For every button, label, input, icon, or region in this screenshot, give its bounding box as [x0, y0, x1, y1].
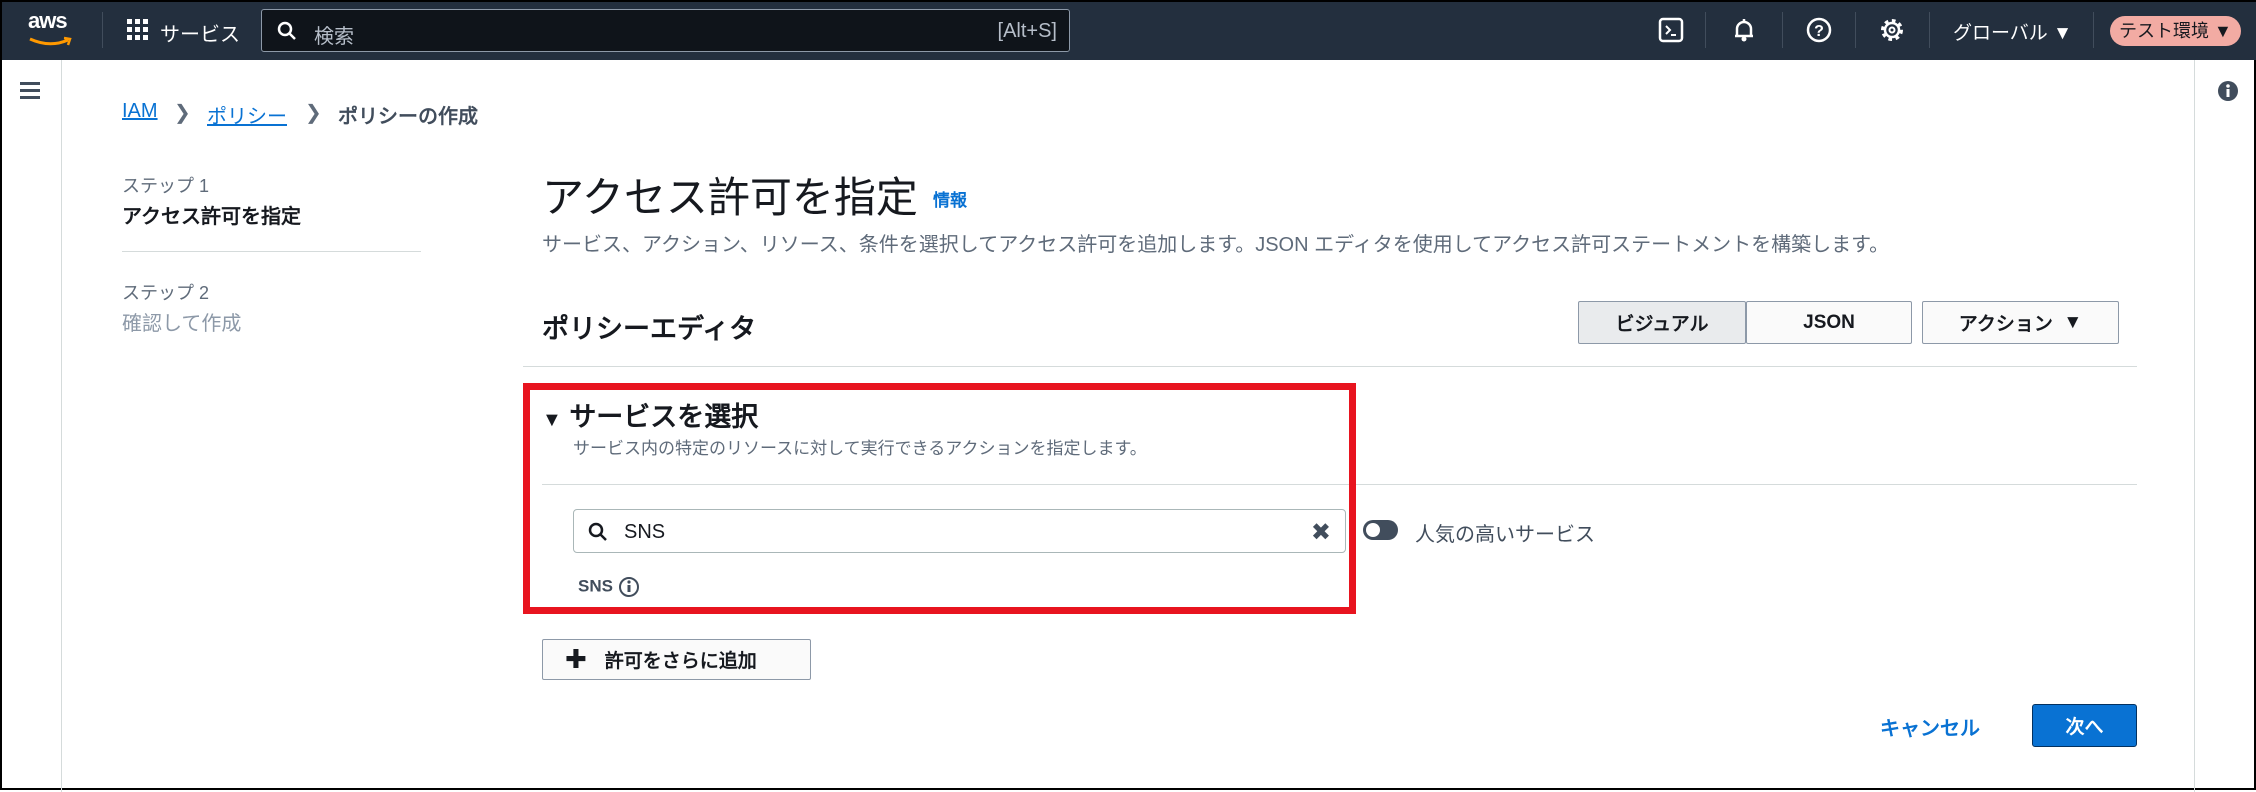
info-icon[interactable]	[2217, 80, 2239, 102]
menu-hamburger-icon[interactable]	[20, 82, 40, 99]
top-navigation-bar: aws サービス 検索 [Alt+S] ? グローバル ▼ テスト環境 ▼	[2, 2, 2256, 60]
highlight-box	[523, 383, 1356, 614]
services-grid-icon[interactable]	[127, 19, 148, 40]
global-search-input[interactable]: 検索 [Alt+S]	[261, 9, 1070, 52]
info-link[interactable]: 情報	[933, 186, 967, 211]
notifications-bell-icon[interactable]	[1730, 16, 1758, 44]
policy-editor-title: ポリシーエディタ	[542, 314, 757, 344]
help-icon[interactable]: ?	[1805, 16, 1833, 44]
breadcrumb-current: ポリシーの作成	[338, 106, 478, 128]
account-menu[interactable]: テスト環境 ▼	[2110, 16, 2241, 46]
page-title: アクセス許可を指定	[542, 174, 918, 221]
step-2-label: 確認して作成	[122, 313, 242, 335]
services-menu[interactable]: サービス	[160, 18, 240, 47]
next-button[interactable]: 次へ	[2032, 704, 2137, 747]
settings-gear-icon[interactable]	[1878, 16, 1906, 44]
caret-down-icon: ▼	[2214, 21, 2232, 41]
aws-smile-icon	[29, 36, 72, 46]
cancel-button[interactable]: キャンセル	[1880, 712, 1980, 741]
tools-rail	[2194, 60, 2256, 792]
region-selector[interactable]: グローバル ▼	[1953, 18, 2072, 45]
breadcrumb-policies[interactable]: ポリシー	[207, 100, 287, 129]
cloudshell-icon[interactable]	[1657, 16, 1685, 44]
aws-logo[interactable]: aws	[28, 8, 68, 34]
actions-dropdown[interactable]: アクション ▼	[1922, 301, 2119, 344]
tab-json[interactable]: JSON	[1746, 301, 1912, 344]
step-1-number: ステップ 1	[122, 176, 210, 196]
breadcrumb-iam[interactable]: IAM	[122, 100, 158, 123]
search-icon	[277, 21, 296, 40]
toggle-label: 人気の高いサービス	[1415, 524, 1595, 546]
navigation-rail	[2, 60, 62, 792]
svg-text:?: ?	[1814, 23, 1824, 40]
caret-down-icon: ▼	[2053, 23, 2072, 44]
caret-down-icon: ▼	[2063, 311, 2083, 333]
popular-services-toggle[interactable]	[1363, 520, 1398, 540]
chevron-right-icon: ❯	[174, 102, 191, 124]
plus-icon: ✚	[565, 644, 587, 674]
step-1-label[interactable]: アクセス許可を指定	[122, 200, 301, 229]
tab-visual[interactable]: ビジュアル	[1578, 301, 1746, 344]
page-description: サービス、アクション、リソース、条件を選択してアクセス許可を追加します。JSON…	[542, 234, 1890, 256]
step-2-number: ステップ 2	[122, 283, 210, 303]
add-more-permissions-button[interactable]: ✚ 許可をさらに追加	[542, 639, 811, 680]
chevron-right-icon: ❯	[305, 102, 322, 124]
